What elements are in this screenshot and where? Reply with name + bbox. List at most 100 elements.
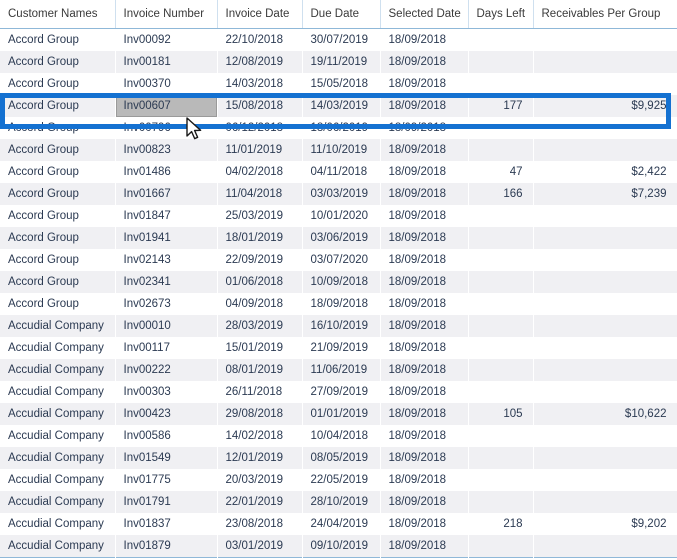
cell-invoice[interactable]: Inv00423 bbox=[115, 403, 217, 425]
cell-duedate[interactable]: 15/05/2018 bbox=[302, 73, 380, 95]
cell-seldate[interactable]: 18/09/2018 bbox=[380, 447, 468, 469]
cell-recv[interactable] bbox=[533, 271, 677, 293]
cell-duedate[interactable]: 16/10/2019 bbox=[302, 315, 380, 337]
cell-invdate[interactable]: 01/06/2018 bbox=[217, 271, 302, 293]
cell-invdate[interactable]: 15/01/2019 bbox=[217, 337, 302, 359]
cell-invdate[interactable]: 12/01/2019 bbox=[217, 447, 302, 469]
cell-seldate[interactable]: 18/09/2018 bbox=[380, 161, 468, 183]
cell-seldate[interactable]: 18/09/2018 bbox=[380, 95, 468, 117]
cell-customer[interactable]: Accudial Company bbox=[0, 425, 115, 447]
cell-recv[interactable] bbox=[533, 293, 677, 315]
table-row[interactable]: Accudial Company Inv00222 08/01/2019 11/06/… bbox=[0, 359, 677, 381]
cell-recv[interactable] bbox=[533, 315, 677, 337]
cell-daysleft[interactable] bbox=[468, 73, 533, 95]
cell-daysleft[interactable] bbox=[468, 381, 533, 403]
cell-duedate[interactable]: 27/09/2019 bbox=[302, 381, 380, 403]
cell-daysleft[interactable] bbox=[468, 491, 533, 513]
cell-seldate[interactable]: 18/09/2018 bbox=[380, 491, 468, 513]
column-header-recv[interactable]: Receivables Per Group bbox=[533, 0, 677, 29]
cell-daysleft[interactable]: 177 bbox=[468, 95, 533, 117]
cell-duedate[interactable]: 10/04/2018 bbox=[302, 425, 380, 447]
cell-seldate[interactable]: 18/09/2018 bbox=[380, 381, 468, 403]
cell-customer[interactable]: Accord Group bbox=[0, 117, 115, 139]
cell-duedate[interactable]: 30/07/2019 bbox=[302, 28, 380, 51]
cell-seldate[interactable]: 18/09/2018 bbox=[380, 513, 468, 535]
cell-invdate[interactable]: 08/01/2019 bbox=[217, 359, 302, 381]
column-header-seldate[interactable]: Selected Date bbox=[380, 0, 469, 29]
cell-seldate[interactable]: 18/09/2018 bbox=[380, 535, 468, 558]
table-row[interactable]: Accudial Company Inv00117 15/01/2019 21/09/… bbox=[0, 337, 677, 359]
table-row[interactable]: Accudial Company Inv01791 22/01/2019 28/10/… bbox=[0, 491, 677, 513]
cell-daysleft[interactable]: 47 bbox=[468, 161, 533, 183]
cell-invoice[interactable]: Inv00117 bbox=[115, 337, 217, 359]
cell-customer[interactable]: Accudial Company bbox=[0, 469, 115, 491]
table-row[interactable]: Accudial Company Inv00586 14/02/2018 10/04/… bbox=[0, 425, 677, 447]
cell-recv[interactable] bbox=[533, 469, 677, 491]
cell-recv[interactable] bbox=[533, 205, 677, 227]
cell-invdate[interactable]: 22/01/2019 bbox=[217, 491, 302, 513]
table-row[interactable]: Accudial Company Inv00423 29/08/2018 01/01/… bbox=[0, 403, 677, 425]
cell-recv[interactable]: $9,925 bbox=[533, 95, 677, 117]
cell-duedate[interactable]: 22/05/2019 bbox=[302, 469, 380, 491]
cell-recv[interactable] bbox=[533, 227, 677, 249]
cell-customer[interactable]: Accudial Company bbox=[0, 491, 115, 513]
cell-recv[interactable] bbox=[533, 249, 677, 271]
cell-customer[interactable]: Accord Group bbox=[0, 293, 115, 315]
cell-daysleft[interactable] bbox=[468, 469, 533, 491]
table-row[interactable]: Accudial Company Inv00010 28/03/2019 16/10/… bbox=[0, 315, 677, 337]
cell-customer[interactable]: Accord Group bbox=[0, 73, 115, 95]
cell-seldate[interactable]: 18/09/2018 bbox=[380, 73, 468, 95]
cell-customer[interactable]: Accudial Company bbox=[0, 337, 115, 359]
cell-duedate[interactable]: 10/09/2018 bbox=[302, 271, 380, 293]
cell-invoice[interactable]: Inv01667 bbox=[115, 183, 217, 205]
cell-recv[interactable] bbox=[533, 28, 677, 51]
cell-recv[interactable] bbox=[533, 425, 677, 447]
cell-invoice[interactable]: Inv00823 bbox=[115, 139, 217, 161]
cell-invoice[interactable]: Inv00222 bbox=[115, 359, 217, 381]
cell-customer[interactable]: Accudial Company bbox=[0, 403, 115, 425]
table-row[interactable]: Accord Group Inv01847 25/03/2019 10/01/2020… bbox=[0, 205, 677, 227]
cell-customer[interactable]: Accudial Company bbox=[0, 513, 115, 535]
cell-duedate[interactable]: 14/03/2019 bbox=[302, 95, 380, 117]
table-row[interactable]: Accord Group Inv00181 12/08/2019 19/11/2019… bbox=[0, 51, 677, 73]
cell-invdate[interactable]: 06/12/2018 bbox=[217, 117, 302, 139]
cell-recv[interactable] bbox=[533, 359, 677, 381]
cell-customer[interactable]: Accudial Company bbox=[0, 535, 115, 558]
cell-seldate[interactable]: 18/09/2018 bbox=[380, 315, 468, 337]
cell-recv[interactable] bbox=[533, 491, 677, 513]
cell-invoice[interactable]: Inv00181 bbox=[115, 51, 217, 73]
cell-daysleft[interactable] bbox=[468, 315, 533, 337]
cell-seldate[interactable]: 18/09/2018 bbox=[380, 227, 468, 249]
cell-daysleft[interactable] bbox=[468, 337, 533, 359]
cell-recv[interactable] bbox=[533, 51, 677, 73]
cell-invoice[interactable]: Inv00303 bbox=[115, 381, 217, 403]
cell-invdate[interactable]: 11/04/2018 bbox=[217, 183, 302, 205]
table-row[interactable]: Accudial Company Inv00303 26/11/2018 27/09/… bbox=[0, 381, 677, 403]
table-row[interactable]: Accudial Company Inv01775 20/03/2019 22/05/… bbox=[0, 469, 677, 491]
cell-daysleft[interactable] bbox=[468, 51, 533, 73]
cell-daysleft[interactable] bbox=[468, 205, 533, 227]
cell-invdate[interactable]: 04/09/2018 bbox=[217, 293, 302, 315]
cell-invoice[interactable]: Inv00607 bbox=[115, 95, 217, 117]
cell-invdate[interactable]: 12/08/2019 bbox=[217, 51, 302, 73]
cell-invdate[interactable]: 14/02/2018 bbox=[217, 425, 302, 447]
cell-daysleft[interactable]: 166 bbox=[468, 183, 533, 205]
cell-customer[interactable]: Accudial Company bbox=[0, 359, 115, 381]
cell-daysleft[interactable] bbox=[468, 117, 533, 139]
table-row[interactable]: Accudial Company Inv01879 03/01/2019 09/10/… bbox=[0, 535, 677, 558]
table-row[interactable]: Accudial Company Inv01549 12/01/2019 08/05/… bbox=[0, 447, 677, 469]
cell-invoice[interactable]: Inv01879 bbox=[115, 535, 217, 558]
cell-duedate[interactable]: 21/09/2019 bbox=[302, 337, 380, 359]
cell-invoice[interactable]: Inv00092 bbox=[115, 28, 217, 51]
cell-seldate[interactable]: 18/09/2018 bbox=[380, 205, 468, 227]
cell-seldate[interactable]: 18/09/2018 bbox=[380, 183, 468, 205]
cell-seldate[interactable]: 18/09/2018 bbox=[380, 425, 468, 447]
cell-recv[interactable]: $10,622 bbox=[533, 403, 677, 425]
cell-daysleft[interactable] bbox=[468, 271, 533, 293]
cell-duedate[interactable]: 08/05/2019 bbox=[302, 447, 380, 469]
cell-duedate[interactable]: 03/06/2019 bbox=[302, 227, 380, 249]
cell-invdate[interactable]: 15/08/2018 bbox=[217, 95, 302, 117]
cell-seldate[interactable]: 18/09/2018 bbox=[380, 293, 468, 315]
cell-seldate[interactable]: 18/09/2018 bbox=[380, 28, 468, 51]
cell-recv[interactable] bbox=[533, 447, 677, 469]
